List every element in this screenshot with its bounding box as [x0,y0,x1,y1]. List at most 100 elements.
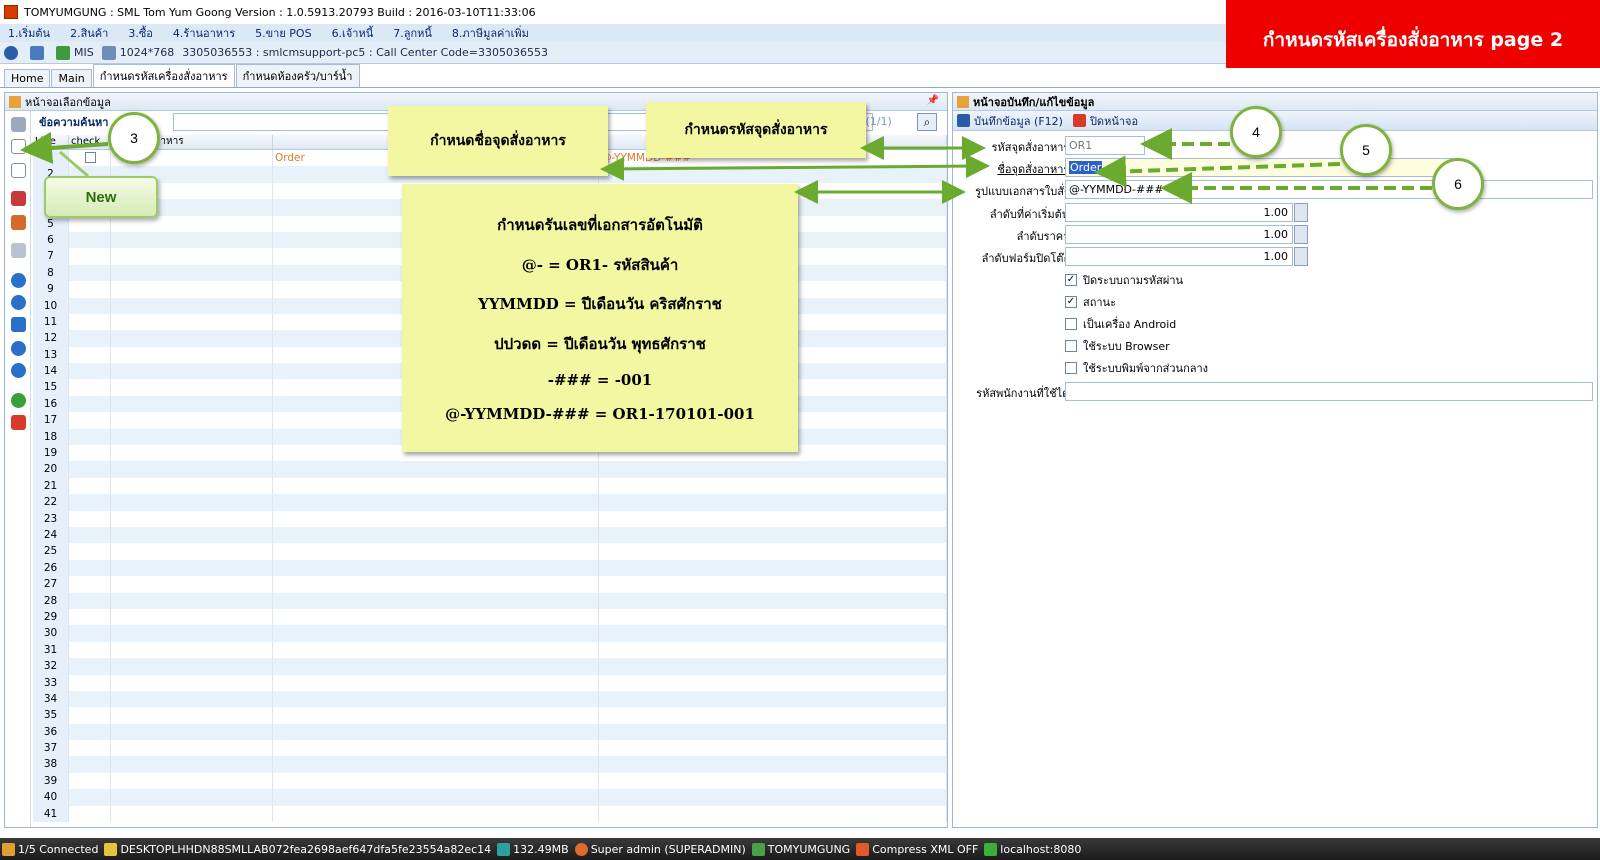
machine-name: DESKTOPLHHDN88SMLLAB072fea2698aef647dfa5… [104,842,491,856]
tab-home[interactable]: Home [4,69,51,87]
table-row[interactable]: 27 [33,576,947,593]
row-format [599,756,947,773]
close-icon[interactable] [11,415,26,430]
search-button[interactable]: ⌕ [917,113,937,131]
mis-item[interactable]: MIS [56,45,94,60]
tab-main[interactable]: Main [51,69,92,87]
checkbox-browser[interactable]: ใช้ระบบ Browser [1065,337,1170,355]
checkbox[interactable]: ✓ [1065,296,1077,308]
start-number-field[interactable]: 1.00 [1065,203,1293,222]
table-row[interactable]: 26 [33,559,947,577]
staff-code-field[interactable] [1065,382,1593,401]
table-row[interactable]: 35 [33,707,947,724]
table-row[interactable]: 33 [33,674,947,691]
close-screen-button[interactable]: ปิดหน้าจอ [1072,112,1138,130]
print-icon[interactable] [11,243,26,258]
row-checkbox[interactable] [85,152,96,163]
checkbox-disable-password[interactable]: ✓ ปิดระบบถามรหัสผ่าน [1065,271,1183,289]
resolution-item[interactable]: 1024*768 [101,45,174,60]
row-line-number: 11 [33,313,69,331]
checkbox[interactable] [1065,318,1077,330]
calculator-icon[interactable] [1294,247,1308,266]
user-icon [574,842,588,856]
menu-item-pos[interactable]: 5.ขาย POS [255,24,311,42]
table-row[interactable]: 24 [33,526,947,544]
arrow-left-icon[interactable] [11,273,26,288]
row-check [69,772,111,790]
table-row[interactable]: 21 [33,477,947,495]
checkbox-android[interactable]: เป็นเครื่อง Android [1065,315,1176,333]
table-row[interactable]: 31 [33,641,947,659]
row-check [69,494,111,511]
tab-kitchen[interactable]: กำหนดห้องครัว/บาร์น้ำ [235,64,360,87]
row-line-number: 21 [33,477,69,495]
help-icon[interactable] [11,393,26,408]
tree-icon[interactable] [11,117,26,132]
row-line-number: 41 [33,805,69,823]
table-row[interactable]: 34 [33,690,947,708]
checklist-icon[interactable] [11,191,26,206]
row-check [69,313,111,331]
table-row[interactable]: 40 [33,789,947,806]
code-field[interactable]: OR1 [1065,136,1145,155]
fast-forward-icon[interactable] [11,317,26,332]
row-name [273,608,599,626]
table-row[interactable]: 36 [33,723,947,741]
menu-item-product[interactable]: 2.สินค้า [70,24,108,42]
document-icon[interactable] [11,163,26,178]
table-row[interactable]: 29 [33,608,947,626]
menu-item-restaurant[interactable]: 4.ร้านอาหาร [173,24,235,42]
table-row[interactable]: 25 [33,543,947,560]
row-check [69,608,111,626]
menu-item-purchase[interactable]: 3.ซื้อ [128,24,153,42]
delete-document-icon[interactable] [11,215,26,230]
checkbox[interactable] [1065,340,1077,352]
calculator-icon[interactable] [1294,203,1308,222]
note-line: ปปวดด = ปีเดือนวัน พุทธศักราช [494,334,706,353]
tab-order-device[interactable]: กำหนดรหัสเครื่องสั่งอาหาร [92,64,235,87]
table-row[interactable]: 39 [33,772,947,790]
menu-item-creditor[interactable]: 6.เจ้าหนี้ [332,24,374,42]
row-code [111,313,273,331]
pin-icon[interactable]: 📌 [927,95,939,106]
format-field[interactable]: @-YYMMDD-### [1065,180,1593,199]
row-code [111,330,273,347]
table-row[interactable]: 32 [33,658,947,675]
tools-icon [856,842,870,856]
column-header-line[interactable]: Line [33,135,69,149]
close-form-field[interactable]: 1.00 [1065,247,1293,266]
table-row[interactable]: 23 [33,510,947,527]
menu-item-start[interactable]: 1.เริ่มต้น [8,24,50,42]
table-row[interactable]: 30 [33,625,947,642]
checkbox-central-print[interactable]: ใช้ระบบพิมพ์จากส่วนกลาง [1065,359,1208,377]
start-number-label: ลำดับที่ค่าเริ่มต้น: [989,208,1073,221]
table-row[interactable]: 41 [33,805,947,823]
menu-item-vat[interactable]: 8.ภาษีมูลค่าเพิ่ม [452,24,529,42]
row-line-number: 14 [33,363,69,380]
column-header-check[interactable]: check [69,135,111,149]
row-format [599,740,947,757]
save-button[interactable]: บันทึกข้อมูล (F12) [957,112,1063,130]
new-document-icon[interactable] [11,139,26,154]
row-check [69,805,111,823]
checkbox-status[interactable]: ✓ สถานะ [1065,293,1116,311]
window-icon[interactable] [30,45,48,60]
checkbox[interactable]: ✓ [1065,274,1077,286]
table-row[interactable]: 20 [33,461,947,478]
row-line-number: 15 [33,379,69,396]
calculator-icon[interactable] [1294,225,1308,244]
price-level-field[interactable]: 1.00 [1065,225,1293,244]
table-row[interactable]: 37 [33,740,947,757]
menu-item-debtor[interactable]: 7.ลูกหนี้ [393,24,432,42]
row-format [599,723,947,741]
table-row[interactable]: 38 [33,756,947,773]
clock-icon[interactable] [4,45,22,60]
arrow-right-icon[interactable] [11,295,26,310]
table-row[interactable]: 22 [33,494,947,511]
table-row[interactable]: 28 [33,592,947,609]
name-field[interactable]: Order [1065,158,1455,177]
arrow-up-icon[interactable] [11,341,26,356]
arrow-down-icon[interactable] [11,363,26,378]
row-format [599,526,947,544]
checkbox[interactable] [1065,362,1077,374]
